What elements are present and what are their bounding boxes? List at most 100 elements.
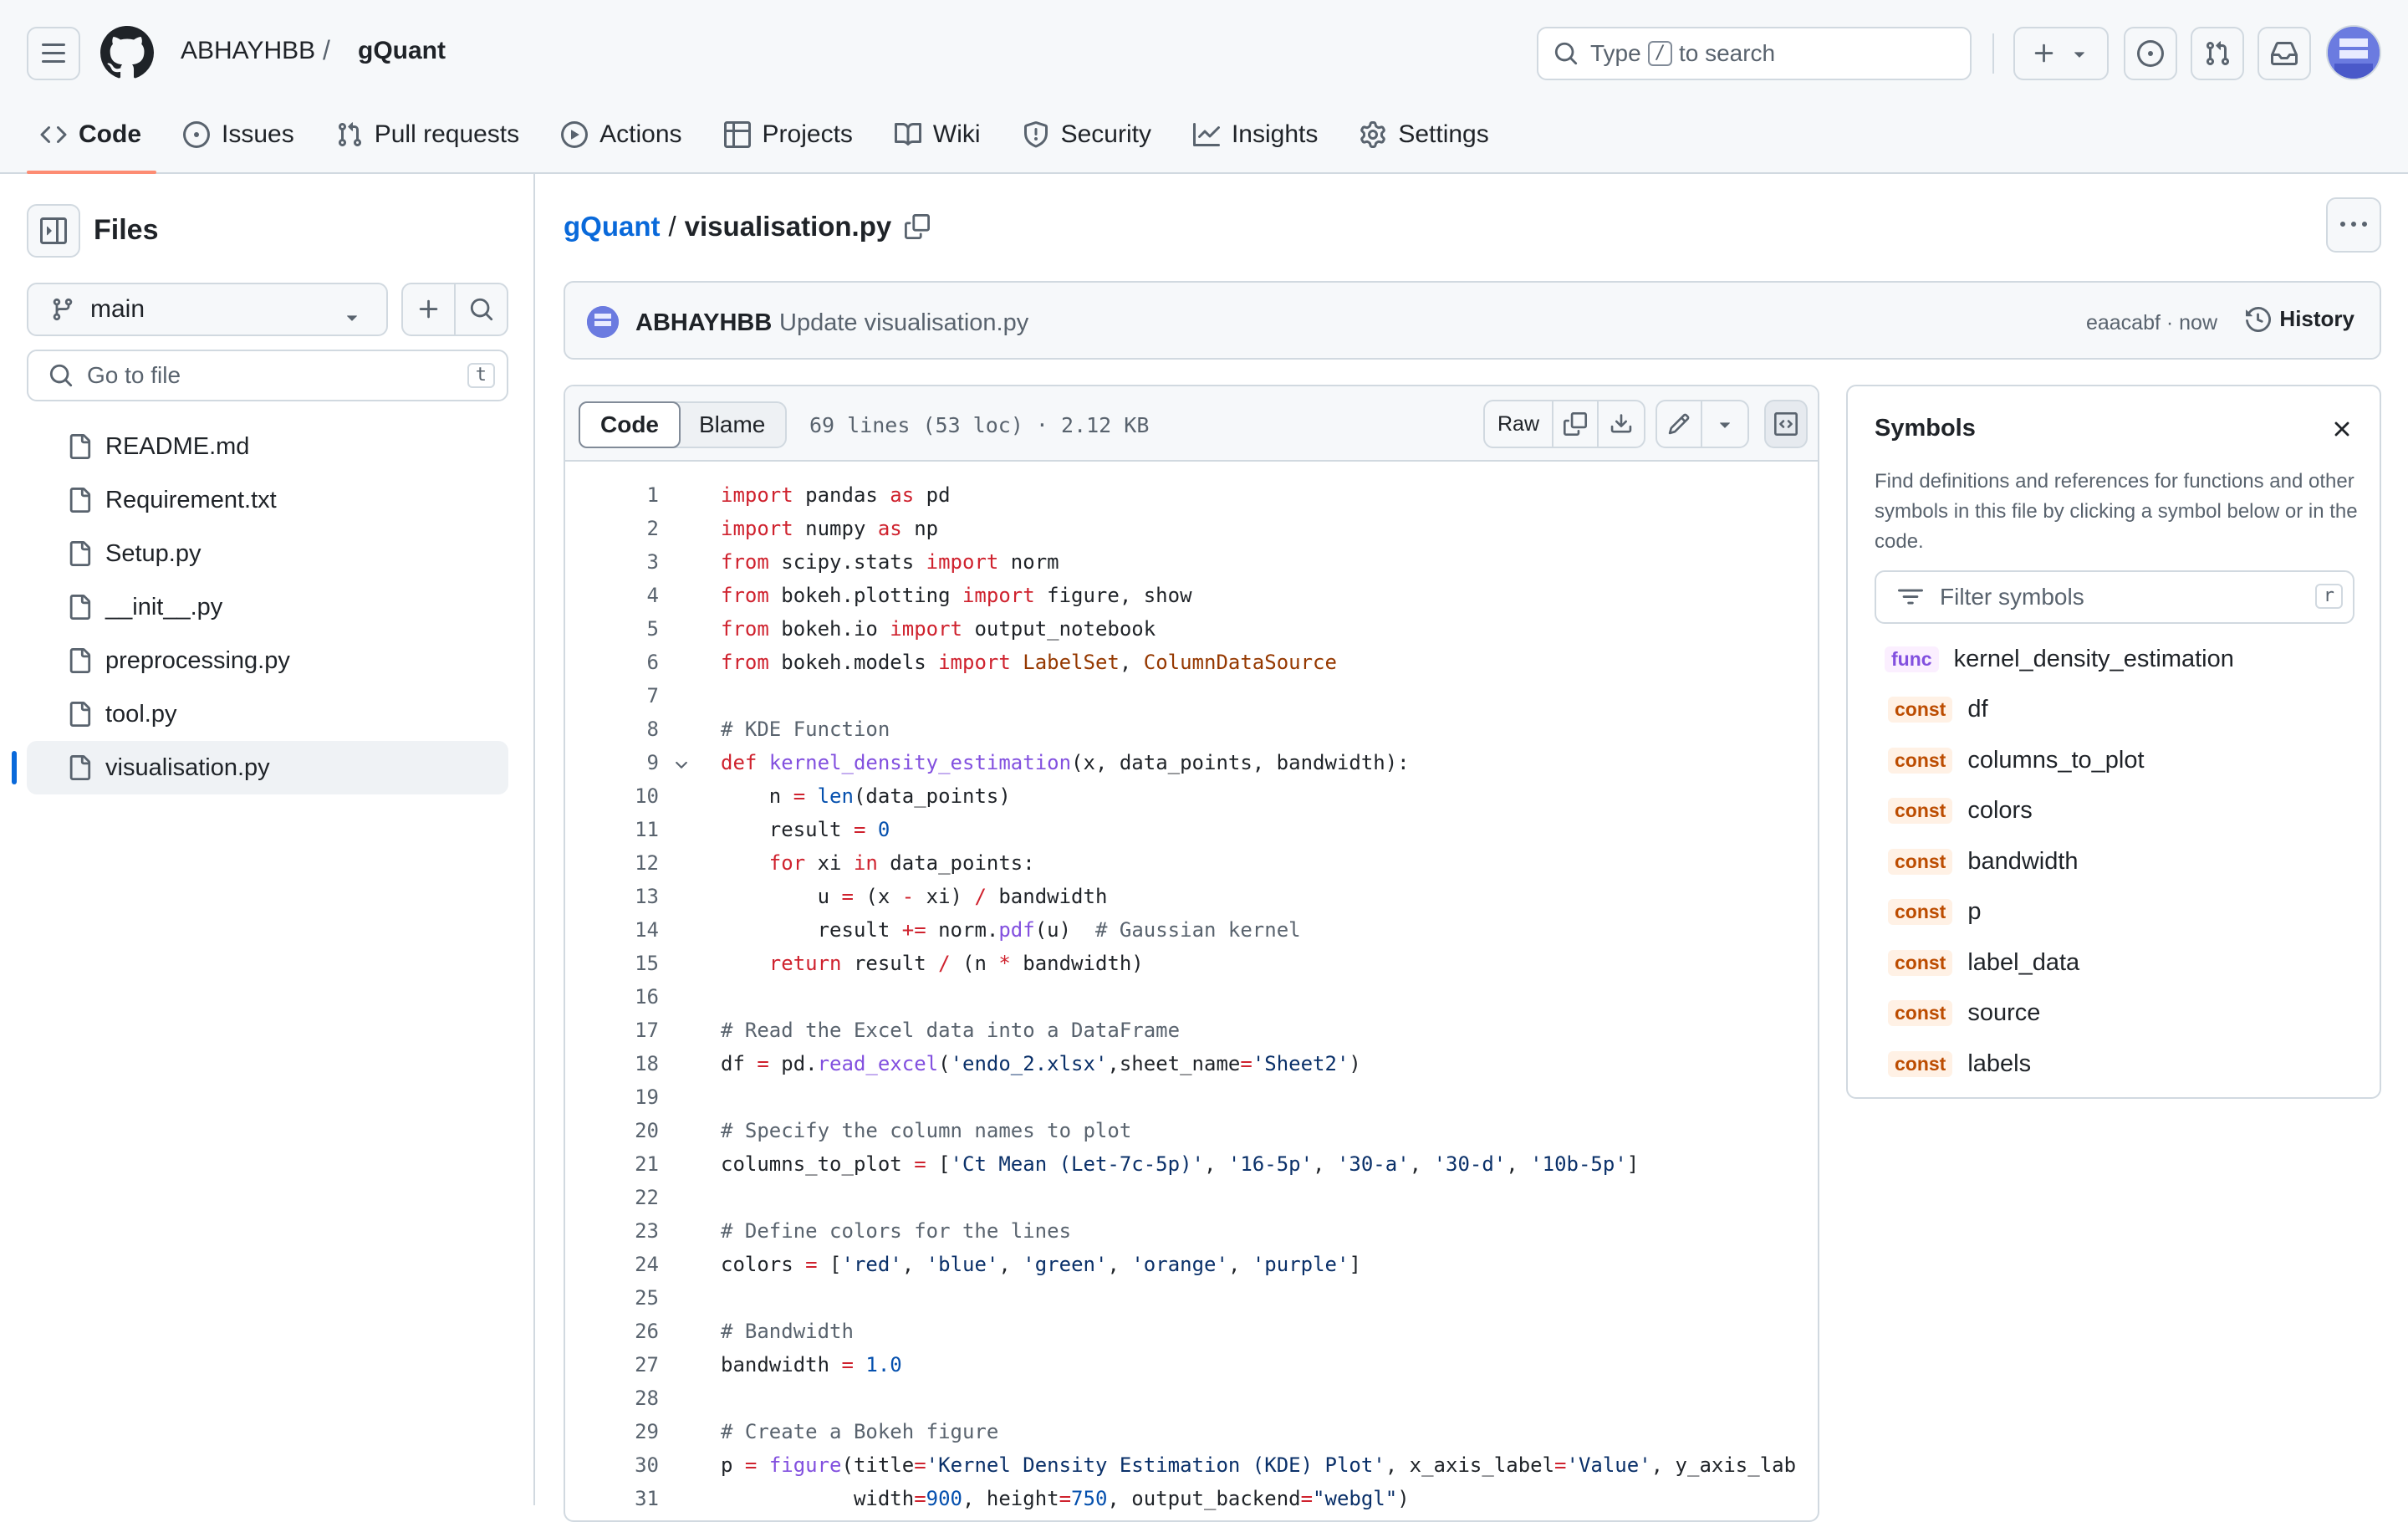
line-number[interactable]: 8 (565, 712, 659, 746)
code-line[interactable]: 15 return result / (n * bandwidth) (565, 947, 1818, 980)
line-number[interactable]: 23 (565, 1214, 659, 1248)
tab-security[interactable]: Security (1009, 109, 1166, 161)
code-line[interactable]: 3 from scipy.stats import norm (565, 545, 1818, 579)
symbol-item[interactable]: const columns_to_plot (1888, 735, 2234, 786)
code-line[interactable]: 7 (565, 679, 1818, 712)
copy-raw-button[interactable] (1553, 401, 1599, 447)
commit-author-avatar[interactable] (587, 306, 619, 338)
file-tree-item[interactable]: tool.py (27, 687, 508, 741)
tab-issues[interactable]: Issues (170, 109, 309, 161)
line-number[interactable]: 12 (565, 846, 659, 880)
line-number[interactable]: 20 (565, 1114, 659, 1147)
line-number[interactable]: 26 (565, 1315, 659, 1348)
line-number[interactable]: 7 (565, 679, 659, 712)
repo-link[interactable]: gQuant (358, 37, 446, 65)
code-line[interactable]: 30 p = figure(title='Kernel Density Estim… (565, 1448, 1818, 1482)
code-line[interactable]: 6 from bokeh.models import LabelSet, Colu… (565, 646, 1818, 679)
symbol-item[interactable]: const source (1888, 988, 2234, 1039)
search-files-button[interactable] (456, 284, 507, 335)
code-line[interactable]: 21 columns_to_plot = ['Ct Mean (Let-7c-5p… (565, 1147, 1818, 1181)
file-tree-item[interactable]: Setup.py (27, 527, 508, 580)
symbol-item[interactable]: const colors (1888, 786, 2234, 837)
user-avatar[interactable] (2326, 25, 2381, 80)
owner-link[interactable]: ABHAYHBB (181, 37, 315, 65)
pull-requests-shortcut-button[interactable] (2191, 27, 2244, 80)
line-number[interactable]: 31 (565, 1482, 659, 1515)
line-number[interactable]: 15 (565, 947, 659, 980)
menu-button[interactable] (27, 27, 80, 80)
code-line[interactable]: 16 (565, 980, 1818, 1014)
copy-path-button[interactable] (905, 214, 931, 239)
edit-file-button[interactable] (1657, 401, 1702, 447)
symbol-item[interactable]: const labels (1888, 1039, 2234, 1090)
fold-chevron-icon[interactable] (672, 756, 691, 774)
line-number[interactable]: 11 (565, 813, 659, 846)
close-symbols-button[interactable] (2329, 416, 2354, 442)
commit-author[interactable]: ABHAYHBB (635, 309, 772, 337)
line-number[interactable]: 6 (565, 646, 659, 679)
tab-wiki[interactable]: Wiki (881, 109, 996, 161)
code-line[interactable]: 17 # Read the Excel data into a DataFrame (565, 1014, 1818, 1047)
symbol-item[interactable]: const df (1888, 685, 2234, 736)
line-number[interactable]: 13 (565, 880, 659, 913)
line-number[interactable]: 28 (565, 1382, 659, 1415)
code-line[interactable]: 24 colors = ['red', 'blue', 'green', 'ora… (565, 1248, 1818, 1281)
create-new-button[interactable] (2013, 27, 2109, 80)
line-number[interactable]: 19 (565, 1080, 659, 1114)
branch-selector[interactable]: main (27, 283, 388, 336)
code-line[interactable]: 1 import pandas as pd (565, 478, 1818, 512)
code-line[interactable]: 20 # Specify the column names to plot (565, 1114, 1818, 1147)
commit-hash-time[interactable]: eaacabf · now (2086, 311, 2217, 335)
code-line[interactable]: 25 (565, 1281, 1818, 1315)
edit-dropdown-button[interactable] (1702, 401, 1747, 447)
code-line[interactable]: 23 # Define colors for the lines (565, 1214, 1818, 1248)
tab-insights[interactable]: Insights (1180, 109, 1333, 161)
file-tree-item[interactable]: visualisation.py (12, 741, 508, 794)
tab-projects[interactable]: Projects (711, 109, 868, 161)
line-number[interactable]: 5 (565, 612, 659, 646)
code-view-button[interactable]: Code (579, 401, 681, 448)
code-line[interactable]: 28 (565, 1382, 1818, 1415)
code-line[interactable]: 10 n = len(data_points) (565, 779, 1818, 813)
code-line[interactable]: 19 (565, 1080, 1818, 1114)
tab-pull-requests[interactable]: Pull requests (323, 109, 534, 161)
issues-shortcut-button[interactable] (2124, 27, 2177, 80)
code-line[interactable]: 31 width=900, height=750, output_backend… (565, 1482, 1818, 1515)
file-tree-item[interactable]: __init__.py (27, 580, 508, 634)
line-number[interactable]: 24 (565, 1248, 659, 1281)
symbol-item[interactable]: const p (1888, 887, 2234, 938)
code-line[interactable]: 27 bandwidth = 1.0 (565, 1348, 1818, 1382)
code-line[interactable]: 12 for xi in data_points: (565, 846, 1818, 880)
inbox-button[interactable] (2258, 27, 2311, 80)
breadcrumb-repo-link[interactable]: gQuant (564, 211, 660, 243)
code-line[interactable]: 8 # KDE Function (565, 712, 1818, 746)
code-line[interactable]: 14 result += norm.pdf(u) # Gaussian kern… (565, 913, 1818, 947)
github-logo-icon[interactable] (100, 26, 154, 79)
code-line[interactable]: 4 from bokeh.plotting import figure, show (565, 579, 1818, 612)
tab-actions[interactable]: Actions (548, 109, 696, 161)
code-line[interactable]: 5 from bokeh.io import output_notebook (565, 612, 1818, 646)
file-tree-item[interactable]: README.md (27, 420, 508, 473)
code-line[interactable]: 26 # Bandwidth (565, 1315, 1818, 1348)
code-line[interactable]: 2 import numpy as np (565, 512, 1818, 545)
symbols-panel-toggle[interactable] (1766, 401, 1806, 447)
tab-code[interactable]: Code (27, 109, 156, 174)
line-number[interactable]: 10 (565, 779, 659, 813)
filter-symbols-input[interactable]: Filter symbols r (1875, 570, 2354, 624)
add-file-button[interactable] (403, 284, 456, 335)
line-number[interactable]: 4 (565, 579, 659, 612)
search-input[interactable]: Type / to search (1537, 27, 1972, 80)
symbol-item[interactable]: func kernel_density_estimation (1885, 634, 2234, 685)
code-line[interactable]: 22 (565, 1181, 1818, 1214)
tab-settings[interactable]: Settings (1346, 109, 1503, 161)
blame-view-button[interactable]: Blame (679, 403, 785, 447)
go-to-file-input[interactable]: Go to file t (27, 350, 508, 401)
line-number[interactable]: 17 (565, 1014, 659, 1047)
line-number[interactable]: 25 (565, 1281, 659, 1315)
collapse-sidebar-button[interactable] (27, 204, 80, 258)
line-number[interactable]: 1 (565, 478, 659, 512)
file-tree-item[interactable]: Requirement.txt (27, 473, 508, 527)
code-line[interactable]: 18 df = pd.read_excel('endo_2.xlsx',sheet… (565, 1047, 1818, 1080)
code-line[interactable]: 9 def kernel_density_estimation(x, data_p… (565, 746, 1818, 779)
line-number[interactable]: 3 (565, 545, 659, 579)
